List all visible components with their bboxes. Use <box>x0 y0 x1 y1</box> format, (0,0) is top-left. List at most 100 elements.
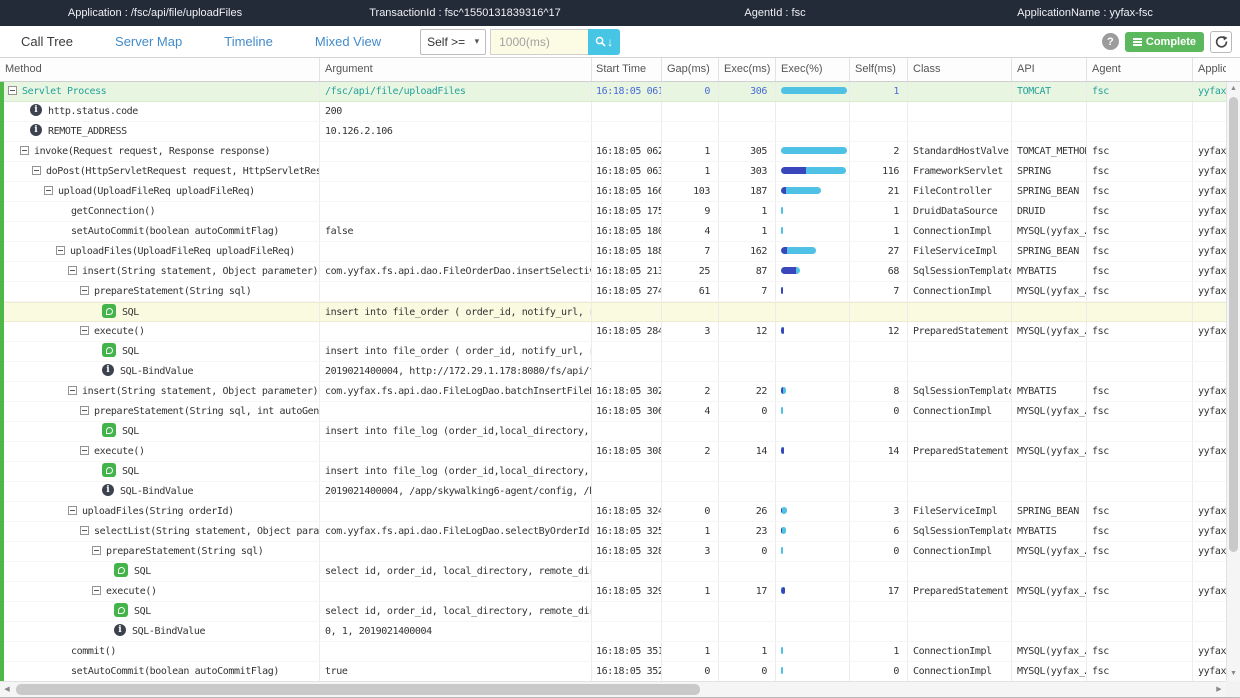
sql-icon <box>102 343 116 357</box>
collapse-expander-icon[interactable] <box>92 546 101 555</box>
table-row[interactable]: uploadFiles(UploadFileReq uploadFileReq)… <box>0 242 1240 262</box>
gap-cell: 0 <box>662 82 719 101</box>
table-row[interactable]: SQLinsert into file_order ( order_id, no… <box>0 342 1240 362</box>
table-row[interactable]: setAutoCommit(boolean autoCommitFlag)tru… <box>0 662 1240 682</box>
table-row[interactable]: iREMOTE_ADDRESS10.126.2.106 <box>0 122 1240 142</box>
method-cell: execute() <box>0 442 320 461</box>
table-row[interactable]: iSQL-BindValue2019021400004, http://172.… <box>0 362 1240 382</box>
collapse-expander-icon[interactable] <box>80 446 89 455</box>
api-cell: MYSQL(yyfax_… <box>1012 442 1087 461</box>
collapse-expander-icon[interactable] <box>8 86 17 95</box>
scroll-up-icon[interactable]: ▲ <box>1227 82 1240 96</box>
table-header: Method Argument Start Time Gap(ms) Exec(… <box>0 58 1240 82</box>
table-row[interactable]: execute()16:18:05 32911717PreparedStatem… <box>0 582 1240 602</box>
table-row[interactable]: uploadFiles(String orderId)16:18:05 3240… <box>0 502 1240 522</box>
collapse-expander-icon[interactable] <box>80 526 89 535</box>
table-row[interactable]: ihttp.status.code200 <box>0 102 1240 122</box>
self-cell: 0 <box>850 402 908 421</box>
table-row[interactable]: invoke(Request request, Response respons… <box>0 142 1240 162</box>
gap-cell <box>662 102 719 121</box>
collapse-expander-icon[interactable] <box>80 406 89 415</box>
application-cell <box>1193 602 1226 621</box>
self-cell: 68 <box>850 262 908 281</box>
tab-server-map[interactable]: Server Map <box>94 26 203 57</box>
start-time-cell: 16:18:05 308 <box>592 442 662 461</box>
table-row[interactable]: insert(String statement, Object paramete… <box>0 382 1240 402</box>
scroll-left-icon[interactable]: ◀ <box>0 682 14 697</box>
refresh-button[interactable] <box>1210 31 1232 53</box>
method-label: upload(UploadFileReq uploadFileReq) <box>58 186 255 197</box>
table-row[interactable]: prepareStatement(String sql)16:18:05 328… <box>0 542 1240 562</box>
class-cell <box>908 562 1012 581</box>
table-row[interactable]: prepareStatement(String sql)16:18:05 274… <box>0 282 1240 302</box>
start-time-cell: 16:18:05 302 <box>592 382 662 401</box>
method-label: doPost(HttpServletRequest request, HttpS… <box>46 166 320 177</box>
gap-cell: 25 <box>662 262 719 281</box>
exec-percent-cell <box>776 282 850 301</box>
self-time-bar-segment <box>781 327 784 334</box>
gap-cell: 1 <box>662 162 719 181</box>
filter-operator-select[interactable]: Self >= ▾ <box>420 29 486 55</box>
table-row[interactable]: SQLselect id, order_id, local_directory,… <box>0 602 1240 622</box>
self-time-bar-segment <box>781 527 782 534</box>
table-row[interactable]: insert(String statement, Object paramete… <box>0 262 1240 282</box>
class-cell: ConnectionImpl <box>908 542 1012 561</box>
table-row[interactable]: iSQL-BindValue0, 1, 2019021400004 <box>0 622 1240 642</box>
horizontal-scrollbar-thumb[interactable] <box>16 684 700 695</box>
vertical-scrollbar[interactable]: ▲ ▼ <box>1226 82 1240 681</box>
collapse-expander-icon[interactable] <box>80 286 89 295</box>
collapse-expander-icon[interactable] <box>92 586 101 595</box>
table-row[interactable]: execute()16:18:05 30821414PreparedStatem… <box>0 442 1240 462</box>
agent-cell: fsc <box>1087 202 1193 221</box>
application-cell: yyfax- <box>1193 442 1226 461</box>
table-row[interactable]: setAutoCommit(boolean autoCommitFlag)fal… <box>0 222 1240 242</box>
gap-cell <box>662 482 719 501</box>
table-row[interactable]: getConnection()16:18:05 175911DruidDataS… <box>0 202 1240 222</box>
exec-percent-bar <box>781 87 847 94</box>
table-row[interactable]: selectList(String statement, Object para… <box>0 522 1240 542</box>
gap-cell: 7 <box>662 242 719 261</box>
tab-mixed-view[interactable]: Mixed View <box>294 26 402 57</box>
exec-cell: 1 <box>719 642 776 661</box>
collapse-expander-icon[interactable] <box>32 166 41 175</box>
table-row[interactable]: doPost(HttpServletRequest request, HttpS… <box>0 162 1240 182</box>
table-row[interactable]: commit()16:18:05 351111ConnectionImplMYS… <box>0 642 1240 662</box>
start-time-cell: 16:18:05 063 <box>592 162 662 181</box>
tab-timeline[interactable]: Timeline <box>203 26 294 57</box>
table-row[interactable]: SQLselect id, order_id, local_directory,… <box>0 562 1240 582</box>
collapse-expander-icon[interactable] <box>44 186 53 195</box>
argument-cell: 200 <box>320 102 592 121</box>
help-icon[interactable]: ? <box>1102 33 1119 50</box>
collapse-expander-icon[interactable] <box>20 146 29 155</box>
exec-cell <box>719 602 776 621</box>
exec-percent-cell <box>776 322 850 341</box>
exec-percent-bar <box>781 667 783 674</box>
filter-threshold-input[interactable] <box>490 29 588 55</box>
search-button[interactable]: ↓ <box>588 29 620 55</box>
collapse-expander-icon[interactable] <box>68 386 77 395</box>
complete-status-button[interactable]: Complete <box>1125 32 1204 52</box>
exec-percent-bar <box>781 587 785 594</box>
table-row[interactable]: Servlet Process/fsc/api/file/uploadFiles… <box>0 82 1240 102</box>
scroll-right-icon[interactable]: ▶ <box>1212 682 1226 697</box>
horizontal-scrollbar[interactable]: ◀ ▶ <box>0 681 1226 697</box>
table-row[interactable]: upload(UploadFileReq uploadFileReq)16:18… <box>0 182 1240 202</box>
table-row[interactable]: SQLinsert into file_log (order_id,local_… <box>0 422 1240 442</box>
vertical-scrollbar-thumb[interactable] <box>1229 97 1238 552</box>
table-row[interactable]: SQLinsert into file_order ( order_id, no… <box>0 302 1240 322</box>
start-time-cell: 16:18:05 284 <box>592 322 662 341</box>
table-row[interactable]: prepareStatement(String sql, int autoGen… <box>0 402 1240 422</box>
scroll-down-icon[interactable]: ▼ <box>1227 667 1240 681</box>
self-time-bar-segment <box>781 387 783 394</box>
method-label: SQL <box>134 566 151 577</box>
collapse-expander-icon[interactable] <box>80 326 89 335</box>
table-row[interactable]: iSQL-BindValue2019021400004, /app/skywal… <box>0 482 1240 502</box>
table-row[interactable]: execute()16:18:05 28431212PreparedStatem… <box>0 322 1240 342</box>
gap-cell <box>662 122 719 141</box>
collapse-expander-icon[interactable] <box>68 506 77 515</box>
collapse-expander-icon[interactable] <box>56 246 65 255</box>
argument-cell: insert into file_order ( order_id, notif… <box>320 342 592 361</box>
tab-call-tree[interactable]: Call Tree <box>0 26 94 57</box>
collapse-expander-icon[interactable] <box>68 266 77 275</box>
table-row[interactable]: SQLinsert into file_log (order_id,local_… <box>0 462 1240 482</box>
